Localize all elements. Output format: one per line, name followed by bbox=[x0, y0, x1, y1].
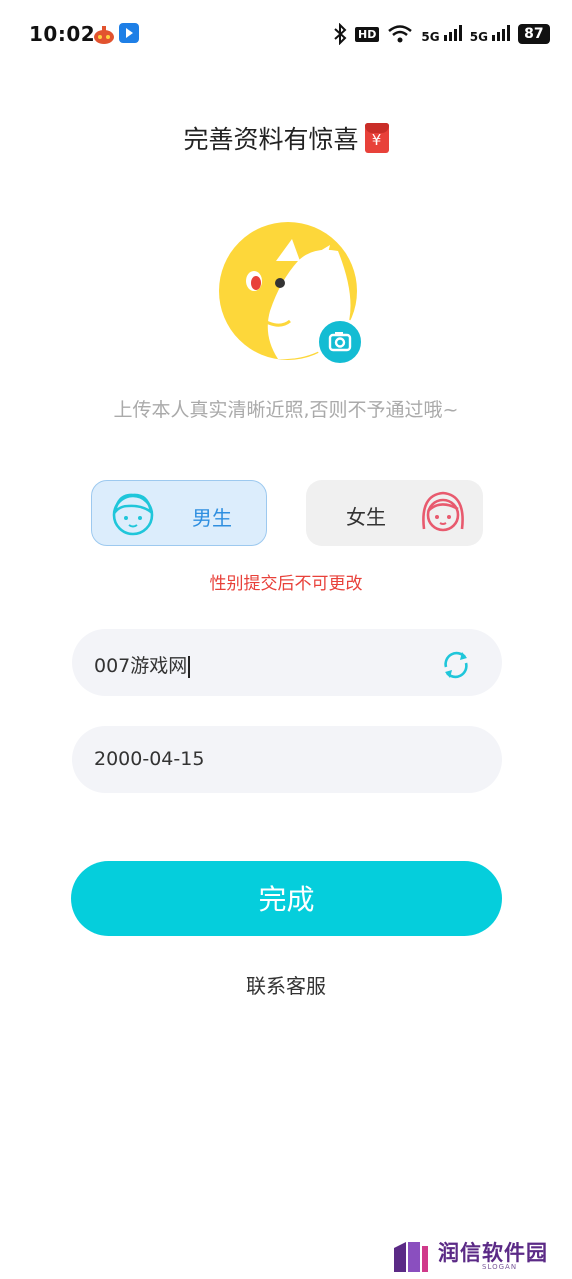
female-label: 女生 bbox=[346, 505, 386, 529]
nickname-input[interactable]: 007游戏网 bbox=[94, 651, 190, 678]
page-title-text: 完善资料有惊喜 bbox=[183, 125, 359, 154]
status-bar: 10:02 HD 5G 5G 87 bbox=[0, 0, 572, 70]
watermark: 润信软件园 SLOGAN bbox=[392, 1235, 562, 1275]
refresh-icon[interactable] bbox=[438, 647, 474, 683]
done-button[interactable]: 完成 bbox=[71, 861, 502, 936]
birthday-value: 2000-04-15 bbox=[94, 748, 205, 770]
battery-icon: 87 bbox=[518, 24, 550, 44]
red-packet-icon: ¥ bbox=[364, 123, 389, 153]
camera-icon bbox=[328, 332, 352, 352]
bluetooth-icon bbox=[334, 23, 347, 45]
signal-5g-icon-2: 5G bbox=[470, 24, 511, 44]
watermark-sub: SLOGAN bbox=[482, 1263, 518, 1271]
nickname-field[interactable]: 007游戏网 bbox=[72, 629, 502, 696]
wifi-icon bbox=[388, 25, 413, 43]
signal-5g-icon-1: 5G bbox=[421, 24, 462, 44]
gender-warning: 性别提交后不可更改 bbox=[209, 574, 363, 594]
male-label: 男生 bbox=[192, 506, 232, 530]
watermark-logo-icon bbox=[394, 1242, 428, 1272]
status-time: 10:02 bbox=[29, 22, 96, 46]
male-face-icon bbox=[112, 493, 154, 536]
hd-icon: HD bbox=[355, 26, 380, 42]
status-icons: HD 5G 5G 87 bbox=[333, 22, 550, 46]
gender-female-button[interactable]: 女生 bbox=[306, 480, 483, 546]
game-app-icon bbox=[94, 26, 114, 44]
contact-support-link[interactable]: 联系客服 bbox=[0, 970, 572, 999]
female-face-icon bbox=[422, 491, 464, 532]
page-title: 完善资料有惊喜 ¥ bbox=[0, 120, 572, 156]
gender-male-button[interactable]: 男生 bbox=[91, 480, 267, 546]
bilibili-app-icon bbox=[119, 23, 139, 43]
camera-button[interactable] bbox=[316, 318, 364, 366]
birthday-field[interactable]: 2000-04-15 bbox=[72, 726, 502, 793]
avatar-hint: 上传本人真实清晰近照,否则不予通过哦~ bbox=[113, 399, 459, 421]
